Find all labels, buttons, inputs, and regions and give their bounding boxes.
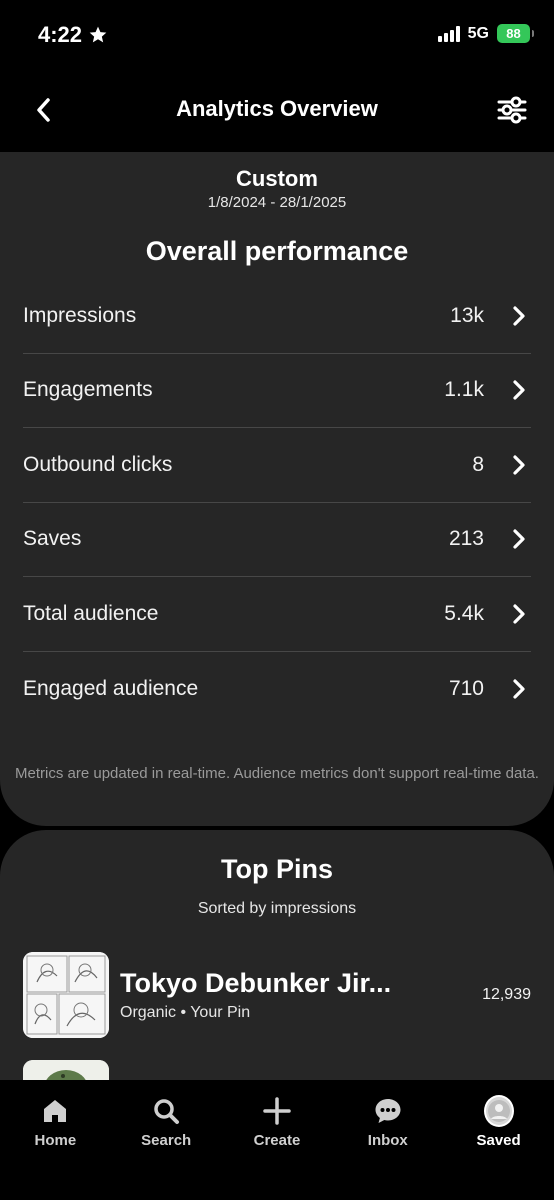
metric-row-engaged-audience[interactable]: Engaged audience 710 bbox=[23, 652, 531, 727]
page-title: Analytics Overview bbox=[176, 96, 378, 121]
star-icon bbox=[89, 26, 107, 43]
metric-row-impressions[interactable]: Impressions 13k bbox=[23, 279, 531, 354]
metric-label: Outbound clicks bbox=[23, 452, 173, 476]
performance-card: Custom 1/8/2024 - 28/1/2025 Overall perf… bbox=[0, 152, 554, 826]
tab-create[interactable]: Create bbox=[222, 1080, 333, 1160]
date-range-dates: 1/8/2024 - 28/1/2025 bbox=[207, 194, 347, 211]
metric-row-total-audience[interactable]: Total audience 5.4k bbox=[23, 577, 531, 652]
home-icon bbox=[40, 1096, 70, 1126]
header: Analytics Overview bbox=[0, 70, 554, 152]
chevron-right-icon bbox=[510, 379, 528, 401]
metric-value: 213 bbox=[448, 527, 484, 551]
tab-inbox[interactable]: Inbox bbox=[332, 1080, 443, 1160]
tab-bar: Home Search Create Inbox Saved bbox=[0, 1080, 554, 1200]
top-pins-card: Top Pins Sorted by impressions Tokyo Deb… bbox=[0, 830, 554, 1080]
pin-title: Tokyo Debunker Jir... bbox=[120, 968, 392, 998]
metric-row-outbound-clicks[interactable]: Outbound clicks 8 bbox=[23, 428, 531, 503]
battery-level: 88 bbox=[506, 26, 521, 41]
tab-label: Saved bbox=[476, 1132, 521, 1149]
chevron-right-icon bbox=[510, 305, 528, 327]
metric-value: 8 bbox=[472, 452, 484, 476]
pin-meta: Organic • Your Pin bbox=[120, 1004, 251, 1021]
metric-row-engagements[interactable]: Engagements 1.1k bbox=[23, 354, 531, 428]
battery-icon: 88 bbox=[497, 24, 534, 43]
metrics-footnote: Metrics are updated in real-time. Audien… bbox=[15, 765, 539, 782]
chevron-right-icon bbox=[510, 678, 528, 700]
tab-search[interactable]: Search bbox=[111, 1080, 222, 1160]
metric-row-saves[interactable]: Saves 213 bbox=[23, 503, 531, 577]
metric-value: 13k bbox=[450, 303, 484, 327]
tab-saved[interactable]: Saved bbox=[443, 1080, 554, 1160]
metric-label: Engagements bbox=[23, 378, 153, 402]
pin-thumbnail-partial[interactable] bbox=[23, 1060, 109, 1080]
chevron-right-icon bbox=[510, 603, 528, 625]
tab-label: Search bbox=[141, 1132, 192, 1149]
metric-label: Saves bbox=[23, 527, 82, 551]
plus-icon bbox=[262, 1096, 292, 1126]
tab-label: Create bbox=[253, 1132, 301, 1149]
pin-row[interactable]: Tokyo Debunker Jir... Organic • Your Pin… bbox=[23, 952, 531, 1038]
performance-title: Overall performance bbox=[145, 236, 409, 266]
metric-label: Impressions bbox=[23, 303, 137, 327]
tab-label: Inbox bbox=[367, 1132, 408, 1149]
top-pins-sort-label: Sorted by impressions bbox=[197, 900, 357, 917]
network-type: 5G bbox=[467, 24, 489, 42]
pin-thumbnail bbox=[23, 952, 109, 1038]
metric-value: 5.4k bbox=[444, 601, 484, 625]
tab-label: Home bbox=[34, 1132, 77, 1149]
date-range-label[interactable]: Custom bbox=[0, 166, 554, 192]
avatar bbox=[483, 1095, 514, 1127]
metrics-list: Impressions 13k Engagements 1.1k Outboun… bbox=[23, 279, 531, 726]
chevron-right-icon bbox=[510, 528, 528, 550]
sliders-icon bbox=[497, 96, 527, 124]
chat-icon bbox=[373, 1096, 403, 1126]
signal-icon bbox=[437, 25, 460, 42]
metric-value: 710 bbox=[448, 676, 484, 700]
status-indicators: 5G 88 bbox=[437, 24, 534, 43]
filter-button[interactable] bbox=[496, 94, 528, 126]
chevron-right-icon bbox=[510, 454, 528, 476]
pin-impressions: 12,939 bbox=[482, 986, 531, 1003]
status-time-text: 4:22 bbox=[38, 22, 83, 47]
status-time: 4:22 bbox=[38, 22, 108, 48]
search-icon bbox=[151, 1096, 181, 1126]
top-pins-title: Top Pins bbox=[221, 854, 333, 884]
metric-value: 1.1k bbox=[444, 378, 484, 402]
tab-home[interactable]: Home bbox=[0, 1080, 111, 1160]
status-bar: 4:22 5G 88 bbox=[0, 0, 554, 70]
metric-label: Engaged audience bbox=[23, 676, 199, 700]
metric-label: Total audience bbox=[23, 601, 159, 625]
